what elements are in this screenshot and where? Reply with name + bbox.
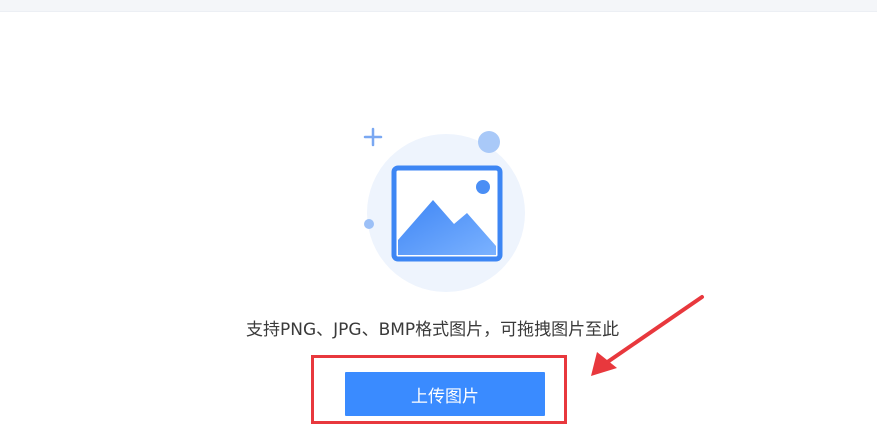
picture-sun [476, 180, 490, 194]
upload-hint-text: 支持PNG、JPG、BMP格式图片，可拖拽图片至此 [246, 320, 620, 340]
upload-image-button[interactable]: 上传图片 [345, 372, 545, 416]
image-placeholder-icon [363, 127, 525, 292]
plus-icon [363, 127, 383, 147]
top-bar [0, 0, 877, 12]
decor-dot-large [478, 131, 500, 153]
decor-dot-small [364, 219, 374, 229]
